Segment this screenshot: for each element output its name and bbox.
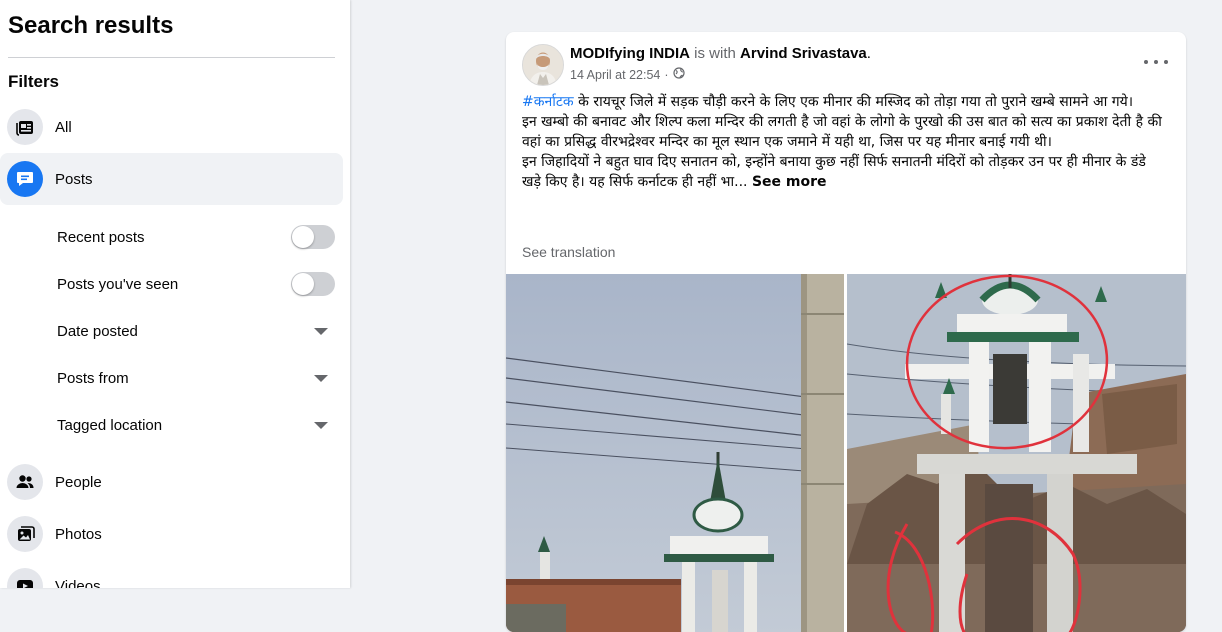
posts-seen-filter[interactable]: Posts you've seen [57,266,337,302]
divider [8,57,335,58]
tagged-location-label: Tagged location [57,416,163,434]
photos-icon [7,516,43,552]
post-author-line: MODIfying INDIA is with Arvind Srivastav… [570,45,871,62]
posts-from-dropdown[interactable]: Posts from [57,360,337,396]
tagged-person[interactable]: Arvind Srivastava [740,45,867,62]
see-more-link[interactable]: See more [752,174,827,190]
post-photos [506,274,1186,632]
recent-posts-filter[interactable]: Recent posts [57,219,337,255]
filter-people-label: People [55,473,102,491]
search-sidebar: Search results Filters All Posts Recent … [0,0,350,588]
people-icon [7,464,43,500]
author-avatar[interactable] [522,44,564,86]
post-meta: 14 April at 22:54 · [570,67,685,82]
post-photo-1[interactable] [506,274,844,632]
post-timestamp[interactable]: 14 April at 22:54 [570,68,660,82]
recent-posts-label: Recent posts [57,228,145,246]
post-body: #कर्नाटक के रायचूर जिले में सड़क चौड़ी क… [522,92,1162,192]
filter-videos-label: Videos [55,577,101,589]
filter-all-label: All [55,118,72,136]
post-paragraph-3: इन जिहादियों ने बहुत घाव दिए सनातन को, इ… [522,152,1162,192]
toggle-knob [292,273,314,295]
filter-photos[interactable]: Photos [0,508,343,560]
date-posted-label: Date posted [57,322,138,340]
author-name[interactable]: MODIfying INDIA [570,45,690,62]
post-text-1: के रायचूर जिले में सड़क चौड़ी करने के लि… [573,94,1134,110]
dot [1164,60,1168,64]
filter-posts[interactable]: Posts [0,153,343,205]
post-text-3: इन जिहादियों ने बहुत घाव दिए सनातन को, इ… [522,154,1146,190]
tagged-location-dropdown[interactable]: Tagged location [57,407,337,443]
caret-down-icon [314,374,328,382]
hashtag-link[interactable]: #कर्नाटक [522,94,574,110]
caret-down-icon [314,421,328,429]
filter-posts-label: Posts [55,170,93,188]
filter-photos-label: Photos [55,525,102,543]
posts-seen-label: Posts you've seen [57,275,179,293]
posts-seen-toggle[interactable] [291,272,335,296]
filter-videos[interactable]: Videos [0,560,343,588]
recent-posts-toggle[interactable] [291,225,335,249]
date-posted-dropdown[interactable]: Date posted [57,313,337,349]
post-paragraph-1: #कर्नाटक के रायचूर जिले में सड़क चौड़ी क… [522,92,1162,112]
period: . [866,45,871,62]
see-translation-link[interactable]: See translation [522,244,615,260]
dot [1154,60,1158,64]
dot [1144,60,1148,64]
more-options-icon[interactable] [1144,52,1168,72]
post-card: MODIfying INDIA is with Arvind Srivastav… [506,32,1186,632]
with-text: is with [694,45,736,62]
filter-people[interactable]: People [0,456,343,508]
filters-heading: Filters [8,72,60,91]
videos-icon [7,568,43,588]
toggle-knob [292,226,314,248]
post-paragraph-2: इन खम्बो की बनावट और शिल्प कला मन्दिर की… [522,114,1162,150]
page-title: Search results [8,12,174,39]
post-photo-2[interactable] [847,274,1186,632]
posts-icon [7,161,43,197]
globe-icon [672,67,685,82]
feed-icon [7,109,43,145]
separator-dot: · [664,67,669,82]
filter-all[interactable]: All [0,101,343,153]
posts-from-label: Posts from [57,369,129,387]
caret-down-icon [314,327,328,335]
